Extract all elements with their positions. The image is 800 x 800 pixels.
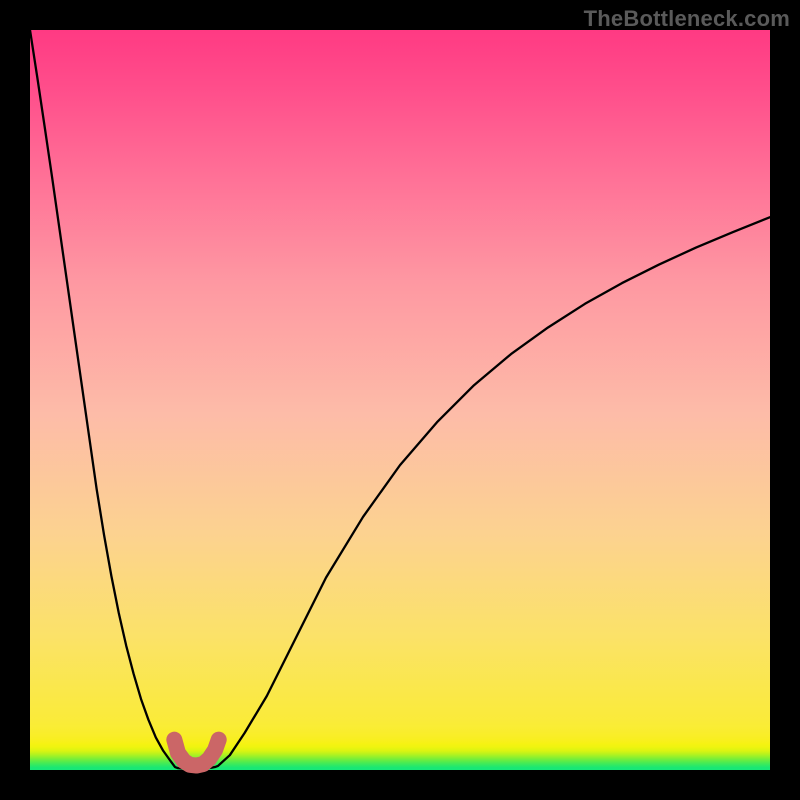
notch-highlight [174, 740, 218, 766]
bottleneck-curve [30, 30, 770, 769]
curve-layer [30, 30, 770, 770]
curve-group [30, 30, 770, 769]
watermark-text: TheBottleneck.com [584, 6, 790, 32]
chart-frame: TheBottleneck.com [0, 0, 800, 800]
plot-area [30, 30, 770, 770]
